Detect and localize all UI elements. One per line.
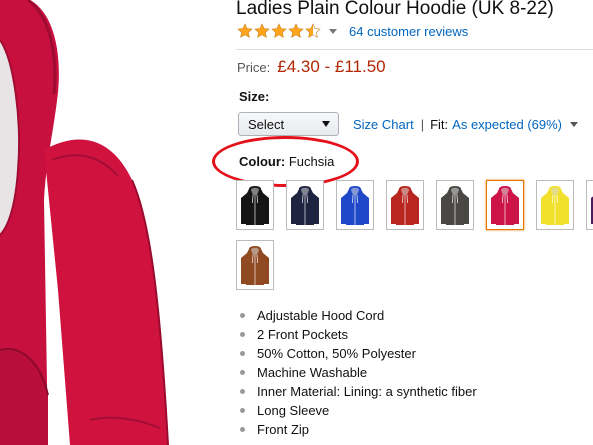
feature-text: Long Sleeve — [257, 403, 330, 418]
bullet-icon — [240, 370, 245, 375]
hoodie-thumbnail-icon — [541, 186, 569, 225]
feature-text: Adjustable Hood Cord — [257, 308, 385, 323]
fit-value-link[interactable]: As expected (69%) — [452, 117, 562, 132]
colour-selected-value: Fuchsia — [288, 154, 335, 169]
product-main-image[interactable] — [0, 0, 215, 445]
chevron-down-icon[interactable] — [570, 121, 578, 127]
chevron-down-icon[interactable] — [329, 28, 337, 34]
feature-bullet-item: Front Zip — [237, 420, 477, 439]
feature-text: Machine Washable — [257, 365, 368, 380]
hoodie-thumbnail-icon — [291, 186, 319, 225]
colour-label: Colour: — [239, 154, 286, 169]
star-rating[interactable] — [237, 23, 322, 39]
feature-bullet-item: Long Sleeve — [237, 401, 477, 420]
feature-bullet-item: 2 Front Pockets — [237, 325, 477, 344]
separator: | — [420, 116, 425, 132]
bullet-icon — [240, 351, 245, 356]
hoodie-thumbnail-icon — [241, 186, 269, 225]
star-icon — [288, 23, 304, 38]
size-select-value: Select — [248, 116, 285, 132]
hoodie-thumbnail-icon — [441, 186, 469, 225]
feature-bullet-item: Inner Material: Lining: a synthetic fibe… — [237, 382, 477, 401]
price-label: Price: — [237, 60, 271, 75]
star-icon — [237, 23, 253, 38]
fit-label: Fit: — [430, 116, 449, 132]
feature-bullets: Adjustable Hood Cord 2 Front Pockets 50% C… — [237, 306, 477, 439]
star-icon — [271, 23, 287, 38]
colour-swatch[interactable] — [286, 180, 324, 230]
colour-row: Colour: Fuchsia — [239, 154, 334, 169]
star-icon — [254, 23, 270, 38]
price-row: Price: £4.30 - £11.50 — [237, 57, 386, 77]
size-label: Size: — [239, 89, 270, 104]
customer-reviews-link[interactable]: 64 customer reviews — [349, 24, 468, 39]
size-row: Select Size Chart | Fit: As expected (69… — [238, 112, 578, 136]
hoodie-thumbnail-icon — [391, 186, 419, 225]
colour-swatch[interactable] — [236, 180, 274, 230]
size-select-dropdown[interactable]: Select — [238, 112, 339, 136]
rating-row: 64 customer reviews — [237, 22, 468, 40]
product-title: Ladies Plain Colour Hoodie (UK 8-22) — [236, 0, 554, 19]
colour-swatch[interactable] — [586, 180, 593, 230]
colour-swatch[interactable] — [336, 180, 374, 230]
hoodie-thumbnail-icon — [241, 246, 269, 285]
hoodie-image — [0, 0, 169, 445]
colour-swatch[interactable] — [486, 180, 524, 230]
hoodie-thumbnail-icon — [341, 186, 369, 225]
feature-bullet-item: Adjustable Hood Cord — [237, 306, 477, 325]
bullet-icon — [240, 408, 245, 413]
bullet-icon — [240, 389, 245, 394]
bullet-icon — [240, 332, 245, 337]
hoodie-thumbnail-icon — [491, 186, 519, 225]
feature-bullet-item: Machine Washable — [237, 363, 477, 382]
divider — [236, 49, 593, 50]
price-value: £4.30 - £11.50 — [277, 57, 386, 76]
colour-swatch[interactable] — [436, 180, 474, 230]
bullet-icon — [240, 427, 245, 432]
feature-text: 50% Cotton, 50% Polyester — [257, 346, 416, 361]
colour-swatch[interactable] — [536, 180, 574, 230]
half-star-icon — [305, 23, 321, 38]
colour-swatch[interactable] — [236, 240, 274, 290]
size-chart-link[interactable]: Size Chart — [353, 117, 414, 132]
feature-text: Front Zip — [257, 422, 310, 437]
colour-swatch[interactable] — [386, 180, 424, 230]
chevron-down-icon — [322, 121, 330, 127]
feature-bullet-item: 50% Cotton, 50% Polyester — [237, 344, 477, 363]
product-page: Ladies Plain Colour Hoodie (UK 8-22) 64 … — [0, 0, 593, 445]
bullet-icon — [240, 313, 245, 318]
feature-text: Inner Material: Lining: a synthetic fibe… — [257, 384, 477, 399]
feature-text: 2 Front Pockets — [257, 327, 349, 342]
colour-swatches — [236, 180, 593, 292]
